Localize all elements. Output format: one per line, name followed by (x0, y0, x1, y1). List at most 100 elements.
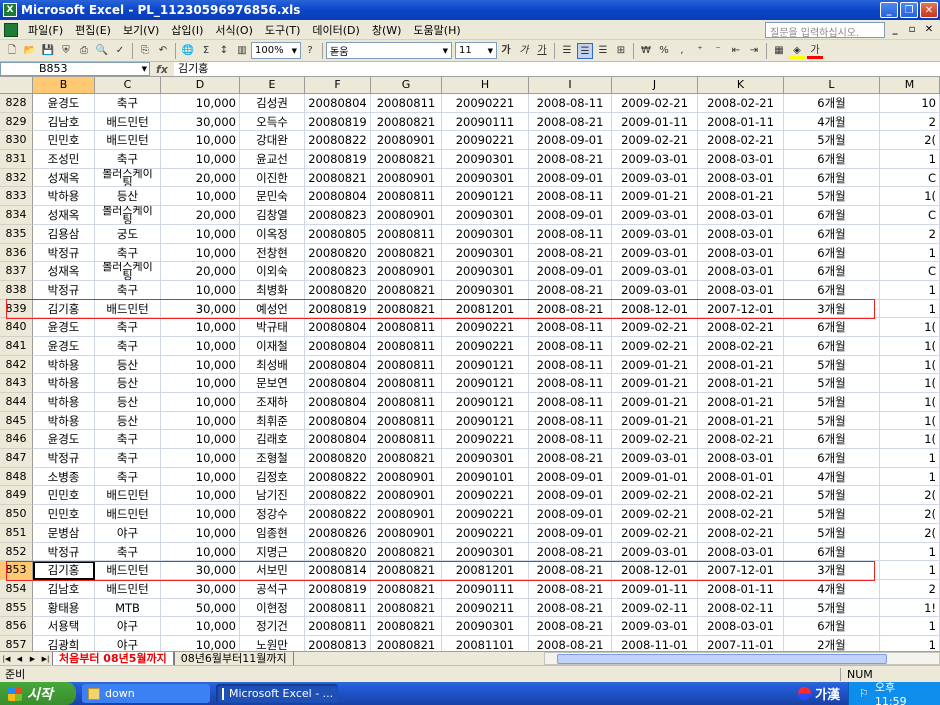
cell-f[interactable]: 20080804 (305, 355, 371, 375)
cell-m[interactable]: 2( (880, 131, 940, 151)
autosum-icon[interactable]: Σ (198, 43, 214, 59)
cell-j[interactable]: 2008-12-01 (612, 299, 698, 319)
cell-e[interactable]: 조형철 (240, 449, 305, 468)
row-header[interactable]: 833 (0, 187, 33, 207)
cell-m[interactable]: 1( (880, 411, 940, 431)
cell-d[interactable]: 30,000 (161, 561, 240, 580)
cell-j[interactable]: 2009-03-01 (612, 280, 698, 300)
cell-l[interactable]: 5개월 (784, 187, 880, 207)
cell-l[interactable]: 6개월 (784, 336, 880, 356)
cell-c[interactable]: 축구 (95, 467, 161, 487)
cell-j[interactable]: 2008-11-01 (612, 635, 698, 651)
name-box[interactable]: B853 ▼ (0, 62, 150, 76)
row-header[interactable]: 855 (0, 598, 33, 618)
cell-i[interactable]: 2008-08-11 (529, 94, 612, 113)
row-header[interactable]: 834 (0, 206, 33, 225)
cell-k[interactable]: 2008-01-21 (698, 374, 784, 393)
cell-f[interactable]: 20080822 (305, 467, 371, 487)
cell-e[interactable]: 문보연 (240, 374, 305, 393)
comma-style-icon[interactable]: , (674, 43, 690, 59)
cell-k[interactable]: 2008-01-01 (698, 467, 784, 487)
next-sheet-icon[interactable]: ▶ (26, 653, 39, 665)
cell-h[interactable]: 20090121 (442, 355, 529, 375)
menu-format[interactable]: 서식(O) (209, 22, 258, 38)
cell-m[interactable]: 2 (880, 224, 940, 244)
cell-l[interactable]: 5개월 (784, 355, 880, 375)
cell-k[interactable]: 2008-03-01 (698, 243, 784, 263)
help-search-input[interactable]: 질문을 입력하십시오. (765, 21, 885, 38)
cell-e[interactable]: 박규태 (240, 318, 305, 337)
cell-m[interactable]: 1 (880, 635, 940, 651)
cell-f[interactable]: 20080819 (305, 299, 371, 319)
cell-d[interactable]: 20,000 (161, 206, 240, 225)
cell-h[interactable]: 20090301 (442, 206, 529, 225)
taskbar-item-excel[interactable]: Microsoft Excel - ... (216, 684, 338, 703)
cell-c[interactable]: 배드민턴 (95, 486, 161, 506)
cell-e[interactable]: 김창열 (240, 206, 305, 225)
cell-i[interactable]: 2008-09-01 (529, 467, 612, 487)
row-header[interactable]: 843 (0, 374, 33, 393)
row-header[interactable]: 842 (0, 355, 33, 375)
row-header[interactable]: 854 (0, 579, 33, 599)
cell-d[interactable]: 10,000 (161, 486, 240, 506)
cell-m[interactable]: 1 (880, 449, 940, 468)
cell-b[interactable]: 박하용 (33, 187, 95, 207)
cell-d[interactable]: 10,000 (161, 411, 240, 431)
column-header-k[interactable]: K (698, 77, 784, 94)
cell-c[interactable]: 축구 (95, 336, 161, 356)
cell-j[interactable]: 2009-03-01 (612, 617, 698, 636)
cell-k[interactable]: 2008-03-01 (698, 617, 784, 636)
cell-i[interactable]: 2008-08-11 (529, 430, 612, 450)
cell-d[interactable]: 10,000 (161, 374, 240, 393)
cell-k[interactable]: 2007-12-01 (698, 299, 784, 319)
cell-l[interactable]: 6개월 (784, 430, 880, 450)
cell-h[interactable]: 20090221 (442, 131, 529, 151)
cell-i[interactable]: 2008-08-21 (529, 635, 612, 651)
cell-g[interactable]: 20080901 (371, 262, 442, 281)
cell-k[interactable]: 2008-03-01 (698, 449, 784, 468)
cell-b[interactable]: 김기홍 (33, 561, 95, 580)
cell-c[interactable]: 축구 (95, 280, 161, 300)
first-sheet-icon[interactable]: |◀ (0, 653, 13, 665)
prev-sheet-icon[interactable]: ◀ (13, 653, 26, 665)
cell-h[interactable]: 20081201 (442, 299, 529, 319)
cell-d[interactable]: 20,000 (161, 168, 240, 188)
doc-minimize-button[interactable]: _ (888, 24, 902, 35)
cell-e[interactable]: 윤교선 (240, 150, 305, 169)
cell-h[interactable]: 20090221 (442, 430, 529, 450)
cell-f[interactable]: 20080805 (305, 224, 371, 244)
cell-k[interactable]: 2008-02-21 (698, 318, 784, 337)
cell-d[interactable]: 10,000 (161, 635, 240, 651)
cell-e[interactable]: 이외숙 (240, 262, 305, 281)
cell-e[interactable]: 김래호 (240, 430, 305, 450)
cell-i[interactable]: 2008-09-01 (529, 486, 612, 506)
cell-c[interactable]: 축구 (95, 94, 161, 113)
cell-l[interactable]: 6개월 (784, 243, 880, 263)
cell-d[interactable]: 10,000 (161, 449, 240, 468)
cell-h[interactable]: 20090301 (442, 262, 529, 281)
cell-e[interactable]: 강대완 (240, 131, 305, 151)
row-header[interactable]: 856 (0, 617, 33, 636)
cell-d[interactable]: 10,000 (161, 393, 240, 412)
tray-icon[interactable]: ⚐ (859, 687, 869, 700)
cell-i[interactable]: 2008-08-21 (529, 243, 612, 263)
cell-d[interactable]: 30,000 (161, 112, 240, 132)
cell-c[interactable]: 축구 (95, 243, 161, 263)
row-header[interactable]: 844 (0, 393, 33, 412)
cell-c[interactable]: 등산 (95, 355, 161, 375)
cell-h[interactable]: 20090221 (442, 505, 529, 524)
cell-m[interactable]: 1( (880, 187, 940, 207)
cell-i[interactable]: 2008-09-01 (529, 523, 612, 543)
cell-j[interactable]: 2009-03-01 (612, 262, 698, 281)
cell-d[interactable]: 30,000 (161, 299, 240, 319)
column-header-c[interactable]: C (95, 77, 161, 94)
cell-l[interactable]: 5개월 (784, 486, 880, 506)
cell-j[interactable]: 2009-02-21 (612, 486, 698, 506)
column-header-d[interactable]: D (161, 77, 240, 94)
cell-c[interactable]: 축구 (95, 542, 161, 562)
cell-b[interactable]: 황태용 (33, 598, 95, 618)
cell-l[interactable]: 6개월 (784, 280, 880, 300)
align-right-icon[interactable]: ☰ (595, 43, 611, 59)
cell-k[interactable]: 2008-02-21 (698, 131, 784, 151)
cell-f[interactable]: 20080819 (305, 579, 371, 599)
